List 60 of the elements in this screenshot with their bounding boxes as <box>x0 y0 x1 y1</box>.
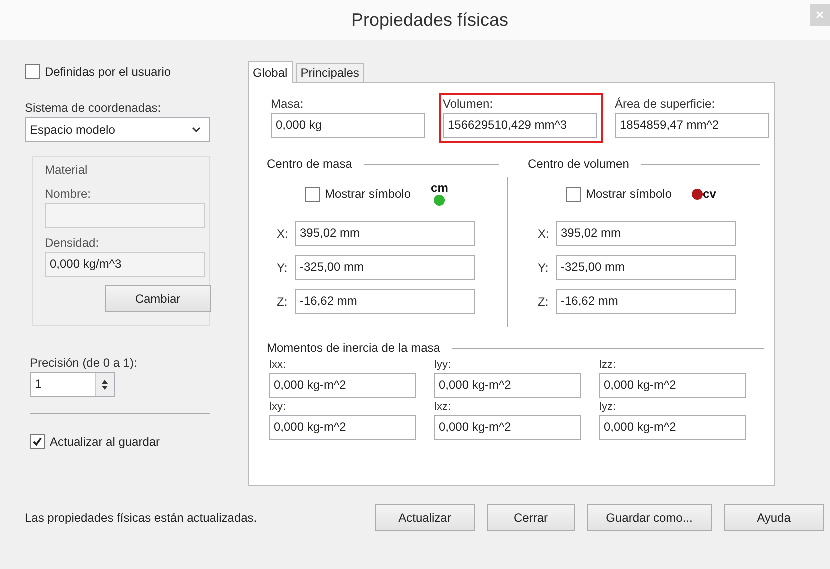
axis-label: X: <box>277 226 290 240</box>
axis-label: Y: <box>538 260 550 274</box>
dialog-button[interactable]: Cerrar <box>487 504 575 531</box>
text-field[interactable]: 156629510,429 mm^3 <box>443 113 597 138</box>
change-button[interactable]: Cambiar <box>105 285 211 312</box>
text-field[interactable]: 0,000 kg-m^2 <box>269 373 416 398</box>
field-label: Área de superficie: <box>615 97 716 111</box>
text-field[interactable]: 395,02 mm <box>556 221 736 246</box>
chevron-down-icon <box>192 126 201 132</box>
field-label: Ixy: <box>269 401 288 413</box>
text-field[interactable]: 0,000 kg <box>271 113 425 138</box>
text-field[interactable]: 0,000 kg-m^2 <box>599 415 746 440</box>
checkbox-label[interactable]: Definidas por el usuario <box>45 64 172 78</box>
field-label: Ixx: <box>269 359 288 371</box>
checkbox-label[interactable]: Mostrar símbolo <box>325 187 412 201</box>
dialog-button[interactable]: Guardar como... <box>587 504 712 531</box>
field-label: Sistema de coordenadas: <box>25 101 162 115</box>
text-field[interactable]: -325,00 mm <box>295 255 475 280</box>
field-label: Ixz: <box>434 401 452 413</box>
text-field[interactable]: 1854859,47 mm^2 <box>615 113 769 138</box>
section-title: Momentos de inercia de la masa <box>267 341 440 355</box>
field-label: Densidad: <box>45 236 100 250</box>
field-label: Nombre: <box>45 187 92 201</box>
precision-spinner[interactable]: 1 <box>30 372 115 397</box>
spin-arrows-icon <box>101 378 109 390</box>
checkbox[interactable] <box>566 186 581 202</box>
section-title: Centro de volumen <box>528 157 630 171</box>
field-label: Iyz: <box>599 401 618 413</box>
tab[interactable]: Global <box>248 61 293 83</box>
field-label: Iyy: <box>434 359 452 371</box>
checkbox-label[interactable]: Mostrar símbolo <box>586 187 672 201</box>
section-title: Centro de masa <box>267 157 352 171</box>
field-label: Volumen: <box>443 97 494 111</box>
status-message: Las propiedades físicas están actualizadas. <box>25 510 258 524</box>
dialog-button[interactable]: Actualizar <box>375 504 475 531</box>
group-title: Material <box>45 163 89 177</box>
dialog-button[interactable]: Ayuda <box>724 504 824 531</box>
axis-label: X: <box>538 226 550 240</box>
checkbox-label[interactable]: Actualizar al guardar <box>50 434 160 448</box>
text-field[interactable]: -16,62 mm <box>556 289 736 314</box>
coordinate-system-dropdown[interactable]: Espacio modelo <box>25 117 210 142</box>
text-field[interactable]: 0,000 kg-m^2 <box>269 415 416 440</box>
text-field[interactable]: 0,000 kg-m^2 <box>434 373 581 398</box>
axis-label: Y: <box>277 260 289 274</box>
tab[interactable]: Principales <box>296 63 364 82</box>
text-field[interactable]: 0,000 kg-m^2 <box>599 373 746 398</box>
text-field[interactable]: -325,00 mm <box>556 255 736 280</box>
close-icon <box>816 11 824 19</box>
field-label: Izz: <box>599 359 618 371</box>
axis-label: Z: <box>277 294 289 308</box>
text-field[interactable]: 0,000 kg-m^2 <box>434 415 581 440</box>
axis-label: Z: <box>538 294 550 308</box>
field-label: Precisión (de 0 a 1): <box>30 356 138 370</box>
field-label: Masa: <box>271 97 305 111</box>
checkbox[interactable] <box>25 64 40 79</box>
text-field[interactable]: -16,62 mm <box>295 289 475 314</box>
checkbox[interactable] <box>30 434 45 449</box>
checkbox[interactable] <box>305 186 320 202</box>
text-field[interactable]: 395,02 mm <box>295 221 475 246</box>
window-title: Propiedades físicas <box>350 9 510 31</box>
